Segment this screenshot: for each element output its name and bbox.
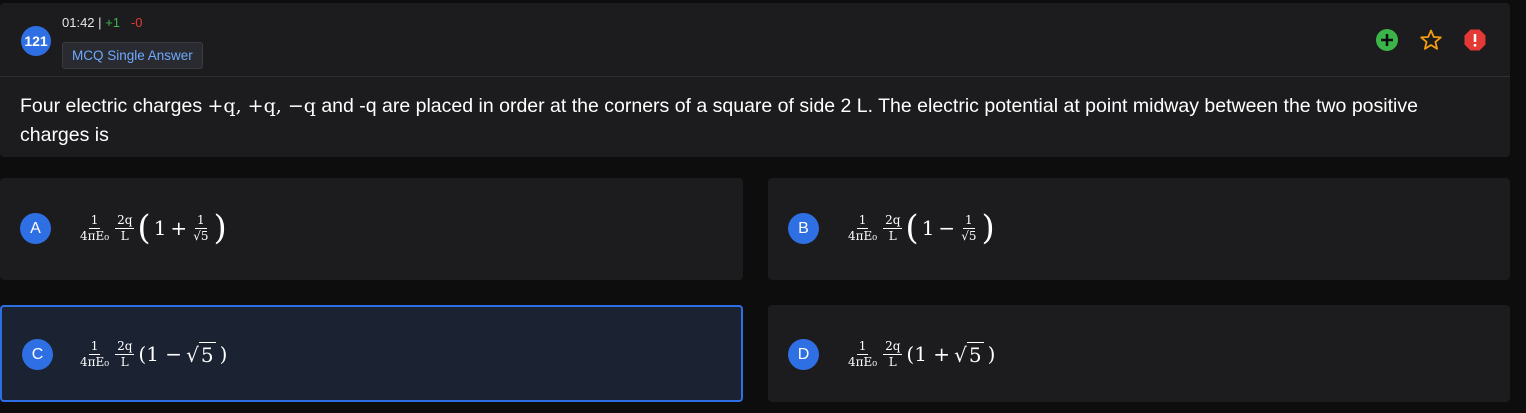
fraction-numerator: 1 — [195, 212, 207, 229]
option-d[interactable]: D 1 4πE₀ 2q L (1 + √ 5 ) — [768, 305, 1510, 402]
option-expression: 1 4πE₀ 2q L (1 + √ 5 ) — [844, 334, 997, 374]
fraction-charge: 2q L — [883, 212, 903, 243]
fraction-charge: 2q L — [115, 338, 135, 369]
fraction-numerator: 1 — [88, 338, 101, 355]
fraction-denominator: L — [120, 228, 129, 243]
radicand: 5 — [966, 341, 984, 367]
paren-close: ) — [981, 208, 995, 248]
fraction-denominator: 4πE₀ — [80, 354, 110, 369]
fraction-inner: 1 √5 — [191, 212, 210, 243]
expression-open: (1 + — [906, 342, 951, 366]
fraction-numerator: 1 — [856, 212, 869, 229]
fraction-constant: 1 4πE₀ — [78, 212, 111, 243]
expression-close: ) — [987, 342, 996, 366]
timer: 01:42 — [62, 15, 95, 30]
fraction-denominator: √5 — [961, 228, 977, 243]
option-expression: 1 4πE₀ 2q L (1 − √ 5 ) — [76, 334, 229, 374]
fraction-constant: 1 4πE₀ — [78, 338, 111, 369]
radicand: 5 — [198, 341, 216, 367]
fraction-charge: 2q L — [115, 212, 135, 243]
fraction-inner: 1 √5 — [959, 212, 978, 243]
fraction-numerator: 2q — [883, 338, 903, 355]
paren-close: ) — [213, 208, 227, 248]
expression-open: (1 − — [138, 342, 183, 366]
question-text-math: +q, +q, −q — [207, 95, 316, 117]
fraction-numerator: 2q — [115, 338, 135, 355]
fraction-denominator: L — [120, 354, 129, 369]
alert-octagon-icon[interactable] — [1463, 28, 1487, 52]
question-text-part1: Four electric charges — [20, 95, 208, 117]
operator: − — [938, 216, 956, 240]
fraction-numerator: 2q — [115, 212, 135, 229]
marks-negative: -0 — [130, 15, 143, 30]
question-number-badge: 121 — [21, 26, 51, 56]
option-letter: C — [22, 339, 53, 370]
question-text: Four electric charges +q, +q, −q and -q … — [20, 92, 1480, 150]
fraction-denominator: √5 — [193, 228, 209, 243]
option-letter: B — [788, 213, 819, 244]
plus-circle-icon[interactable] — [1375, 28, 1399, 52]
fraction-constant: 1 4πE₀ — [846, 338, 879, 369]
fraction-constant: 1 4πE₀ — [846, 212, 879, 243]
term-one: 1 — [153, 216, 167, 240]
paren-open: ( — [137, 208, 151, 248]
fraction-numerator: 1 — [963, 212, 975, 229]
header-actions — [1375, 28, 1487, 52]
question-type-badge: MCQ Single Answer — [62, 42, 203, 69]
fraction-numerator: 2q — [883, 212, 903, 229]
operator: + — [170, 216, 188, 240]
paren-open: ( — [905, 208, 919, 248]
meta-separator: | — [98, 15, 102, 30]
fraction-denominator: L — [888, 354, 897, 369]
fraction-denominator: 4πE₀ — [80, 228, 110, 243]
question-header: 121 01:42 | +1 -0 MCQ Single Answer — [0, 3, 1510, 77]
option-expression: 1 4πE₀ 2q L ( 1 + 1 √5 ) — [76, 204, 228, 252]
fraction-charge: 2q L — [883, 338, 903, 369]
fraction-denominator: 4πE₀ — [848, 228, 878, 243]
fraction-denominator: L — [888, 228, 897, 243]
expression-close: ) — [219, 342, 228, 366]
question-card: 121 01:42 | +1 -0 MCQ Single Answer Four… — [0, 3, 1510, 157]
option-b[interactable]: B 1 4πE₀ 2q L ( 1 − 1 √5 ) — [768, 178, 1510, 280]
sqrt-term: √ 5 — [186, 341, 216, 367]
option-expression: 1 4πE₀ 2q L ( 1 − 1 √5 ) — [844, 204, 996, 252]
option-letter: D — [788, 339, 819, 370]
fraction-numerator: 1 — [856, 338, 869, 355]
fraction-denominator: 4πE₀ — [848, 354, 878, 369]
option-a[interactable]: A 1 4πE₀ 2q L ( 1 + 1 √5 ) — [0, 178, 743, 280]
star-icon[interactable] — [1419, 28, 1443, 52]
fraction-numerator: 1 — [88, 212, 101, 229]
question-meta: 01:42 | +1 -0 — [62, 15, 142, 30]
option-letter: A — [20, 213, 51, 244]
sqrt-term: √ 5 — [954, 341, 984, 367]
option-c[interactable]: C 1 4πE₀ 2q L (1 − √ 5 ) — [0, 305, 743, 402]
term-one: 1 — [921, 216, 935, 240]
marks-positive: +1 — [105, 15, 121, 30]
